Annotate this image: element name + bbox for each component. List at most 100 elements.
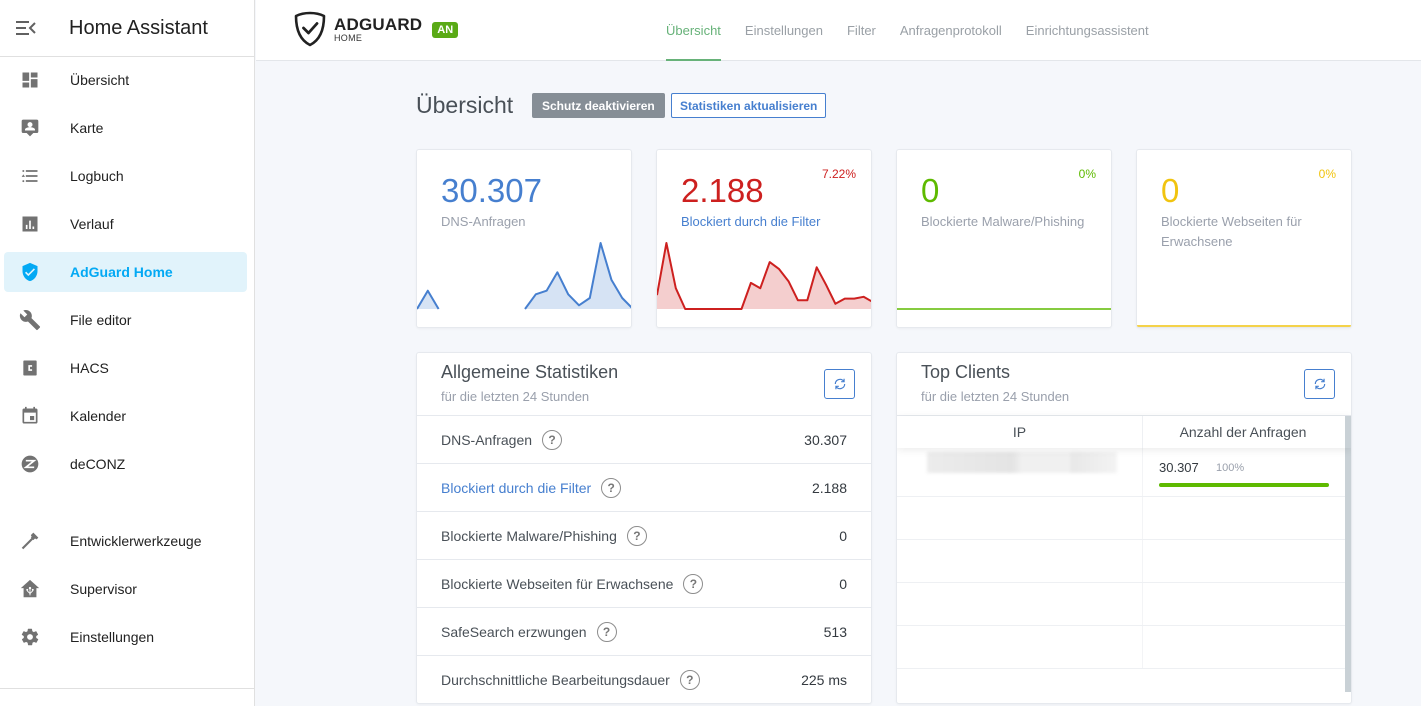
stat-row-label: Blockierte Webseiten für Erwachsene <box>441 575 674 592</box>
shield-check-icon <box>8 262 52 282</box>
tab-setup-guide[interactable]: Einrichtungsassistent <box>1026 0 1149 61</box>
dashboard-icon <box>8 70 52 90</box>
table-row-empty <box>897 583 1351 626</box>
stat-label-link[interactable]: Blockiert durch die Filter <box>681 212 851 232</box>
sidebar-item-label: Kalender <box>70 408 127 424</box>
help-icon[interactable]: ? <box>596 621 617 642</box>
client-query-count: 30.307 <box>1159 460 1199 475</box>
sidebar-item-deconz[interactable]: deCONZ <box>4 444 247 484</box>
column-header-count[interactable]: Anzahl der Anfragen <box>1143 416 1343 448</box>
sidebar-item-label: Übersicht <box>70 72 130 88</box>
logbook-list-icon <box>8 166 52 186</box>
stat-row-label: DNS-Anfragen <box>441 431 533 448</box>
help-icon[interactable]: ? <box>626 525 647 546</box>
tab-overview[interactable]: Übersicht <box>666 0 721 61</box>
sparkline-chart <box>657 242 871 310</box>
table-row-empty <box>897 497 1351 540</box>
column-header-ip[interactable]: IP <box>897 416 1143 448</box>
stat-row-value: 513 <box>823 623 847 640</box>
refresh-icon <box>1314 378 1325 390</box>
sidebar-item-label: deCONZ <box>70 456 126 472</box>
stat-percent: 7.22% <box>821 167 856 181</box>
stat-row-label: Durchschnittliche Bearbeitungsdauer <box>441 672 670 688</box>
sidebar-item-label: AdGuard Home <box>70 264 173 280</box>
hammer-icon <box>8 531 52 551</box>
refresh-statistics-button[interactable]: Statistiken aktualisieren <box>671 93 827 118</box>
help-icon[interactable]: ? <box>542 429 563 450</box>
stat-row-label-link[interactable]: Blockiert durch die Filter <box>441 480 591 496</box>
protection-status-badge: AN <box>432 22 459 38</box>
panel-subtitle: für die letzten 24 Stunden <box>441 389 590 404</box>
tab-query-log[interactable]: Anfragenprotokoll <box>900 0 1002 61</box>
help-icon[interactable]: ? <box>679 670 700 690</box>
sparkline-chart <box>1137 325 1351 327</box>
map-account-icon <box>8 118 52 138</box>
sidebar-item-file-editor[interactable]: File editor <box>4 300 247 340</box>
sidebar-item-calendar[interactable]: Kalender <box>4 396 247 436</box>
stat-row-blocked-filters: Blockiert durch die Filter ? 2.188 <box>417 464 871 512</box>
sidebar-item-supervisor[interactable]: Supervisor <box>4 569 247 609</box>
sidebar-title: Home Assistant <box>69 16 208 39</box>
table-header: IP Anzahl der Anfragen <box>897 416 1351 448</box>
chart-bar-icon <box>8 214 52 234</box>
sidebar-item-logbook[interactable]: Logbuch <box>4 156 247 196</box>
stat-card-blocked-filters: 2.188 Blockiert durch die Filter 7.22% <box>656 149 872 328</box>
refresh-top-clients-button[interactable] <box>1304 369 1335 399</box>
stat-row-value: 0 <box>839 575 847 592</box>
help-icon[interactable]: ? <box>683 573 704 594</box>
disable-protection-button[interactable]: Schutz deaktivieren <box>532 93 665 118</box>
stat-value: 2.188 <box>681 172 764 209</box>
stat-row-blocked-malware: Blockierte Malware/Phishing ? 0 <box>417 512 871 560</box>
stat-row-value: 2.188 <box>811 479 847 496</box>
zigbee-icon <box>8 454 52 474</box>
sidebar-item-label: Verlauf <box>70 216 114 232</box>
stat-card-blocked-adult: 0 Blockierte Webseiten für Erwachsene 0% <box>1136 149 1352 328</box>
tab-filters[interactable]: Filter <box>847 0 876 61</box>
logo-title: ADGUARD <box>334 15 423 34</box>
tab-settings[interactable]: Einstellungen <box>745 0 823 61</box>
sparkline-area <box>417 290 439 309</box>
sidebar-item-label: File editor <box>70 312 132 328</box>
table-scrollbar[interactable] <box>1345 416 1351 692</box>
stat-row-blocked-adult: Blockierte Webseiten für Erwachsene ? 0 <box>417 560 871 608</box>
sparkline-chart <box>417 242 631 310</box>
sparkline-area <box>525 243 631 309</box>
sidebar-item-label: Karte <box>70 120 104 136</box>
logo-subtitle: HOME <box>334 33 363 43</box>
calendar-icon <box>8 406 52 426</box>
sidebar-item-map[interactable]: Karte <box>4 108 247 148</box>
table-row-empty <box>897 540 1351 583</box>
panel-title: Allgemeine Statistiken <box>441 362 619 382</box>
client-ip-redacted <box>927 452 1117 473</box>
sidebar-item-overview[interactable]: Übersicht <box>4 60 247 100</box>
refresh-icon <box>834 378 845 390</box>
stat-percent: 0% <box>1318 167 1336 181</box>
stat-row-label: SafeSearch erzwungen <box>441 623 587 640</box>
sidebar-item-hacs[interactable]: HACS <box>4 348 247 388</box>
sidebar-item-history[interactable]: Verlauf <box>4 204 247 244</box>
panel-subtitle: für die letzten 24 Stunden <box>921 389 1070 404</box>
stat-row-value: 0 <box>839 527 847 544</box>
stat-row-safesearch: SafeSearch erzwungen ? 513 <box>417 608 871 656</box>
sidebar-nav: Übersicht Karte Logbuch Verlauf AdGuard … <box>0 57 254 657</box>
menu-collapse-button[interactable] <box>0 20 52 36</box>
sidebar-item-label: Einstellungen <box>70 629 155 645</box>
client-query-progress <box>1159 483 1329 487</box>
help-icon[interactable]: ? <box>601 477 622 498</box>
stat-row-value: 30.307 <box>804 431 847 448</box>
hacs-icon <box>8 358 52 378</box>
menu-open-icon <box>16 21 36 35</box>
stat-row-avg-processing-time: Durchschnittliche Bearbeitungsdauer ? 22… <box>417 656 871 703</box>
adguard-logo[interactable]: ADGUARD HOME AN <box>294 11 459 47</box>
sidebar-item-label: Supervisor <box>70 581 137 597</box>
sidebar-item-adguard-home[interactable]: AdGuard Home <box>4 252 247 292</box>
stat-card-blocked-malware: 0 Blockierte Malware/Phishing 0% <box>896 149 1112 328</box>
sidebar-item-settings[interactable]: Einstellungen <box>4 617 247 657</box>
cog-icon <box>8 627 52 647</box>
wrench-icon <box>8 309 52 331</box>
sidebar-item-developer-tools[interactable]: Entwicklerwerkzeuge <box>4 521 247 561</box>
stat-card-dns-queries: 30.307 DNS-Anfragen <box>416 149 632 328</box>
page-title: Übersicht <box>416 92 514 118</box>
refresh-general-stats-button[interactable] <box>824 369 855 399</box>
adguard-nav: Übersicht Einstellungen Filter Anfragenp… <box>666 0 1173 61</box>
